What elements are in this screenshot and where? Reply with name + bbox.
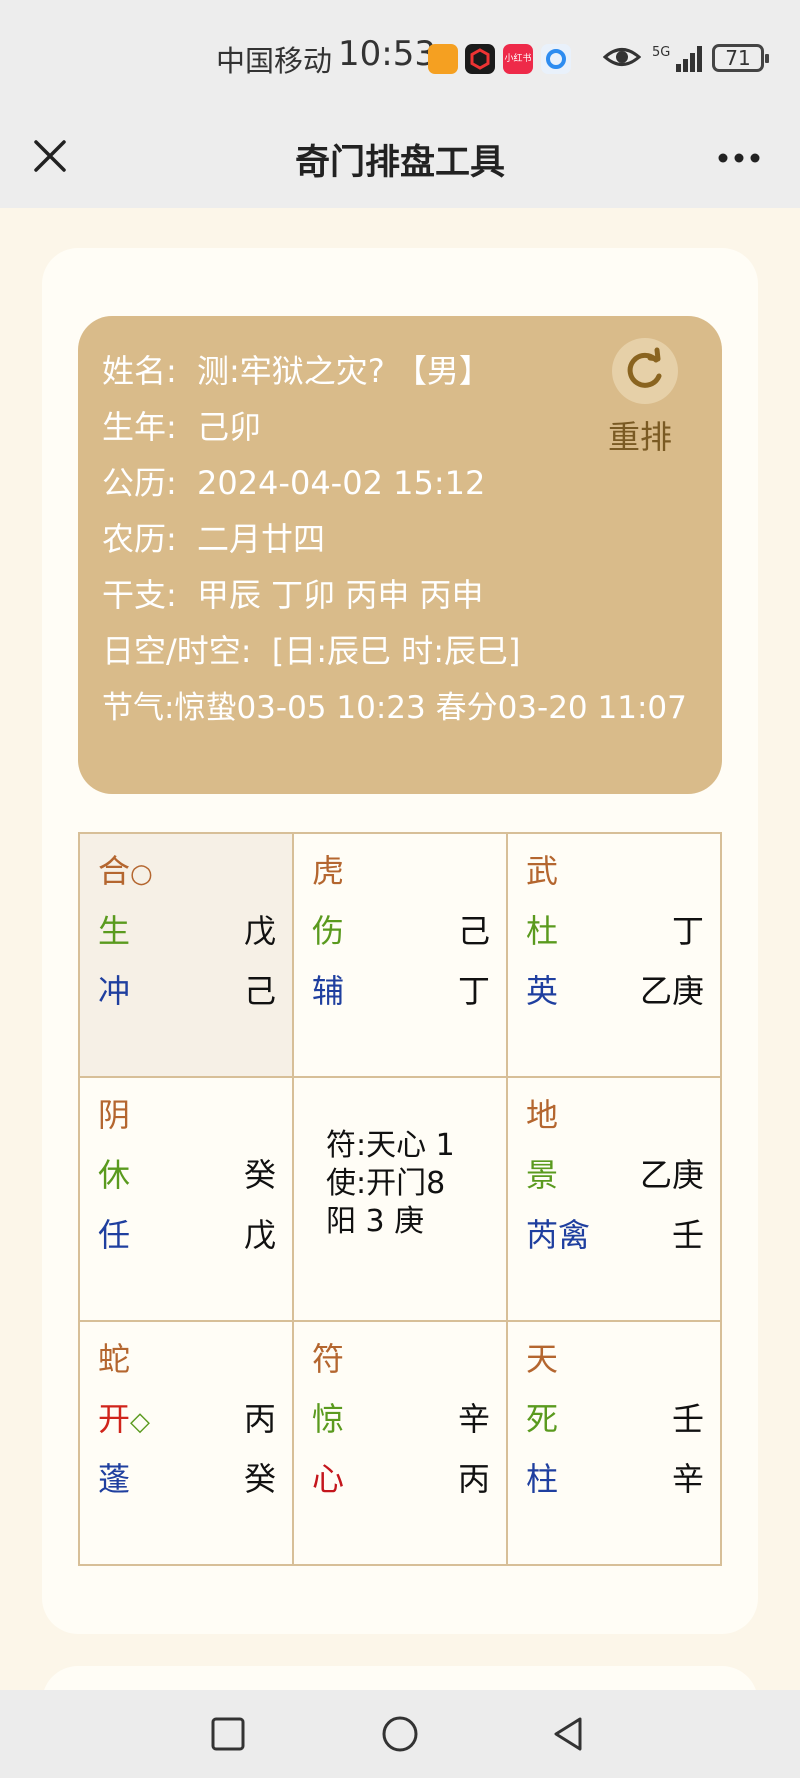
earth-stem: 辛 bbox=[671, 1460, 704, 1498]
horse-mark: ◇ bbox=[130, 1407, 151, 1437]
deity-label: 虎 bbox=[312, 852, 345, 890]
ganzhi-label: 干支: bbox=[102, 576, 177, 614]
heaven-stem: 乙庚 bbox=[639, 1156, 704, 1194]
palace-cell: 天死 壬柱 辛 bbox=[508, 1322, 720, 1564]
lunar-date-value: 二月廿四 bbox=[196, 520, 325, 558]
more-options-icon[interactable] bbox=[714, 138, 764, 178]
door-label: 休 bbox=[98, 1156, 131, 1194]
star-label: 辅 bbox=[312, 972, 345, 1010]
heaven-stem: 丙 bbox=[243, 1400, 276, 1438]
eye-icon bbox=[602, 42, 642, 80]
solar-date-value: 2024-04-02 15:12 bbox=[196, 464, 486, 502]
door-label: 伤 bbox=[312, 912, 345, 950]
lunar-date-label: 农历: bbox=[102, 520, 177, 558]
palace-cell: 地景 乙庚芮禽 壬 bbox=[508, 1078, 720, 1322]
info-panel: 姓名: 测:牢狱之灾? 【男】 生年: 己卯 公历: 2024-04-02 15… bbox=[78, 316, 722, 794]
earth-stem: 丁 bbox=[457, 972, 490, 1010]
xiaohongshu-app-icon: 小红书 bbox=[503, 44, 533, 74]
network-label: 5G bbox=[652, 45, 670, 60]
ganzhi-value: 甲辰 丁卯 丙申 丙申 bbox=[196, 576, 484, 614]
earth-stem: 壬 bbox=[671, 1216, 704, 1254]
solar-terms: 节气:惊蛰03-05 10:23 春分03-20 11:07 bbox=[102, 690, 687, 726]
lunar-date-row: 农历: 二月廿四 bbox=[102, 514, 325, 560]
earth-stem: 癸 bbox=[243, 1460, 276, 1498]
star-label: 柱 bbox=[526, 1460, 559, 1498]
palace-cell: 合○ 生 戊冲 己 bbox=[80, 834, 294, 1078]
battery-indicator: 71 bbox=[712, 44, 769, 72]
palace-cell: 阴休 癸任 戊 bbox=[80, 1078, 294, 1322]
star-label: 芮禽 bbox=[526, 1216, 591, 1254]
palace-cell: 符惊 辛心 丙 bbox=[294, 1322, 508, 1564]
void-label: 日空/时空: bbox=[102, 632, 252, 670]
heaven-stem: 丁 bbox=[671, 912, 704, 950]
deity-label: 地 bbox=[526, 1096, 559, 1134]
carrier-label: 中国移动 bbox=[216, 44, 333, 78]
center-palace: 符:天心 1 使:开门8 阳 3 庚 bbox=[294, 1078, 508, 1322]
rearrange-button[interactable]: 重排 bbox=[608, 412, 672, 458]
back-icon[interactable] bbox=[548, 1714, 588, 1754]
door-label: 生 bbox=[98, 912, 131, 950]
heaven-stem: 辛 bbox=[457, 1400, 490, 1438]
earth-stem: 乙庚 bbox=[639, 972, 704, 1010]
deity-label: 阴 bbox=[98, 1096, 131, 1134]
name-label: 姓名: bbox=[102, 352, 177, 390]
birth-year-label: 生年: bbox=[102, 408, 177, 446]
status-bar: 中国移动 10:53 小红书 5G 71 bbox=[0, 0, 800, 108]
birth-year-row: 生年: 己卯 bbox=[102, 402, 261, 448]
deity-label: 天 bbox=[526, 1340, 559, 1378]
star-label: 冲 bbox=[98, 972, 131, 1010]
solar-date-row: 公历: 2024-04-02 15:12 bbox=[102, 458, 485, 504]
signal-icon: 5G bbox=[652, 42, 706, 80]
earth-stem: 戊 bbox=[243, 1216, 276, 1254]
door-label: 景 bbox=[526, 1156, 559, 1194]
birth-year-value: 己卯 bbox=[196, 408, 261, 446]
page-title: 奇门排盘工具 bbox=[294, 143, 505, 183]
empty-mark: ○ bbox=[130, 859, 153, 889]
refresh-icon[interactable] bbox=[612, 338, 678, 404]
name-value: 测:牢狱之灾? 【男】 bbox=[196, 352, 491, 390]
navigation-bar bbox=[0, 1690, 800, 1778]
star-label: 任 bbox=[98, 1216, 131, 1254]
earth-stem: 己 bbox=[243, 972, 276, 1010]
qimen-grid: 合○ 生戊冲己虎伤己辅丁武杜丁英乙庚阴休癸任戊符:天心 1 使:开门8 阳 3 庚地景… bbox=[78, 832, 722, 1566]
deity-label: 符 bbox=[312, 1340, 345, 1378]
heaven-stem: 壬 bbox=[671, 1400, 704, 1438]
name-row: 姓名: 测:牢狱之灾? 【男】 bbox=[102, 346, 491, 392]
deity-label: 蛇 bbox=[98, 1340, 131, 1378]
deity-label: 合○ bbox=[98, 852, 153, 890]
palace-cell: 蛇开◇ 丙蓬 癸 bbox=[80, 1322, 294, 1564]
ganzhi-row: 干支: 甲辰 丁卯 丙申 丙申 bbox=[102, 570, 484, 616]
door-label: 惊 bbox=[312, 1400, 345, 1438]
star-label: 蓬 bbox=[98, 1460, 131, 1498]
palace-cell: 武杜 丁英 乙庚 bbox=[508, 834, 720, 1078]
solar-date-label: 公历: bbox=[102, 464, 177, 502]
blue-app-icon bbox=[541, 44, 571, 74]
star-label: 英 bbox=[526, 972, 559, 1010]
center-text-3: 阳 3 庚 bbox=[326, 1204, 425, 1239]
heaven-stem: 己 bbox=[457, 912, 490, 950]
door-label: 死 bbox=[526, 1400, 559, 1438]
heaven-stem: 癸 bbox=[243, 1156, 276, 1194]
void-value: [日:辰巳 时:辰巳] bbox=[271, 632, 521, 670]
clock: 10:53 bbox=[338, 34, 436, 74]
deity-label: 武 bbox=[526, 852, 559, 890]
void-row: 日空/时空: [日:辰巳 时:辰巳] bbox=[102, 626, 520, 672]
home-icon[interactable] bbox=[380, 1714, 420, 1754]
palace-cell: 虎伤 己辅 丁 bbox=[294, 834, 508, 1078]
orange-app-icon bbox=[428, 44, 458, 74]
earth-stem: 丙 bbox=[457, 1460, 490, 1498]
door-label: 开◇ bbox=[98, 1400, 151, 1438]
black-app-icon bbox=[465, 44, 495, 74]
door-label: 杜 bbox=[526, 912, 559, 950]
title-bar: 奇门排盘工具 bbox=[0, 108, 800, 208]
heaven-stem: 戊 bbox=[243, 912, 276, 950]
star-label: 心 bbox=[312, 1460, 345, 1498]
recent-apps-icon[interactable] bbox=[208, 1714, 248, 1754]
chart-card: 姓名: 测:牢狱之灾? 【男】 生年: 己卯 公历: 2024-04-02 15… bbox=[42, 248, 758, 1634]
